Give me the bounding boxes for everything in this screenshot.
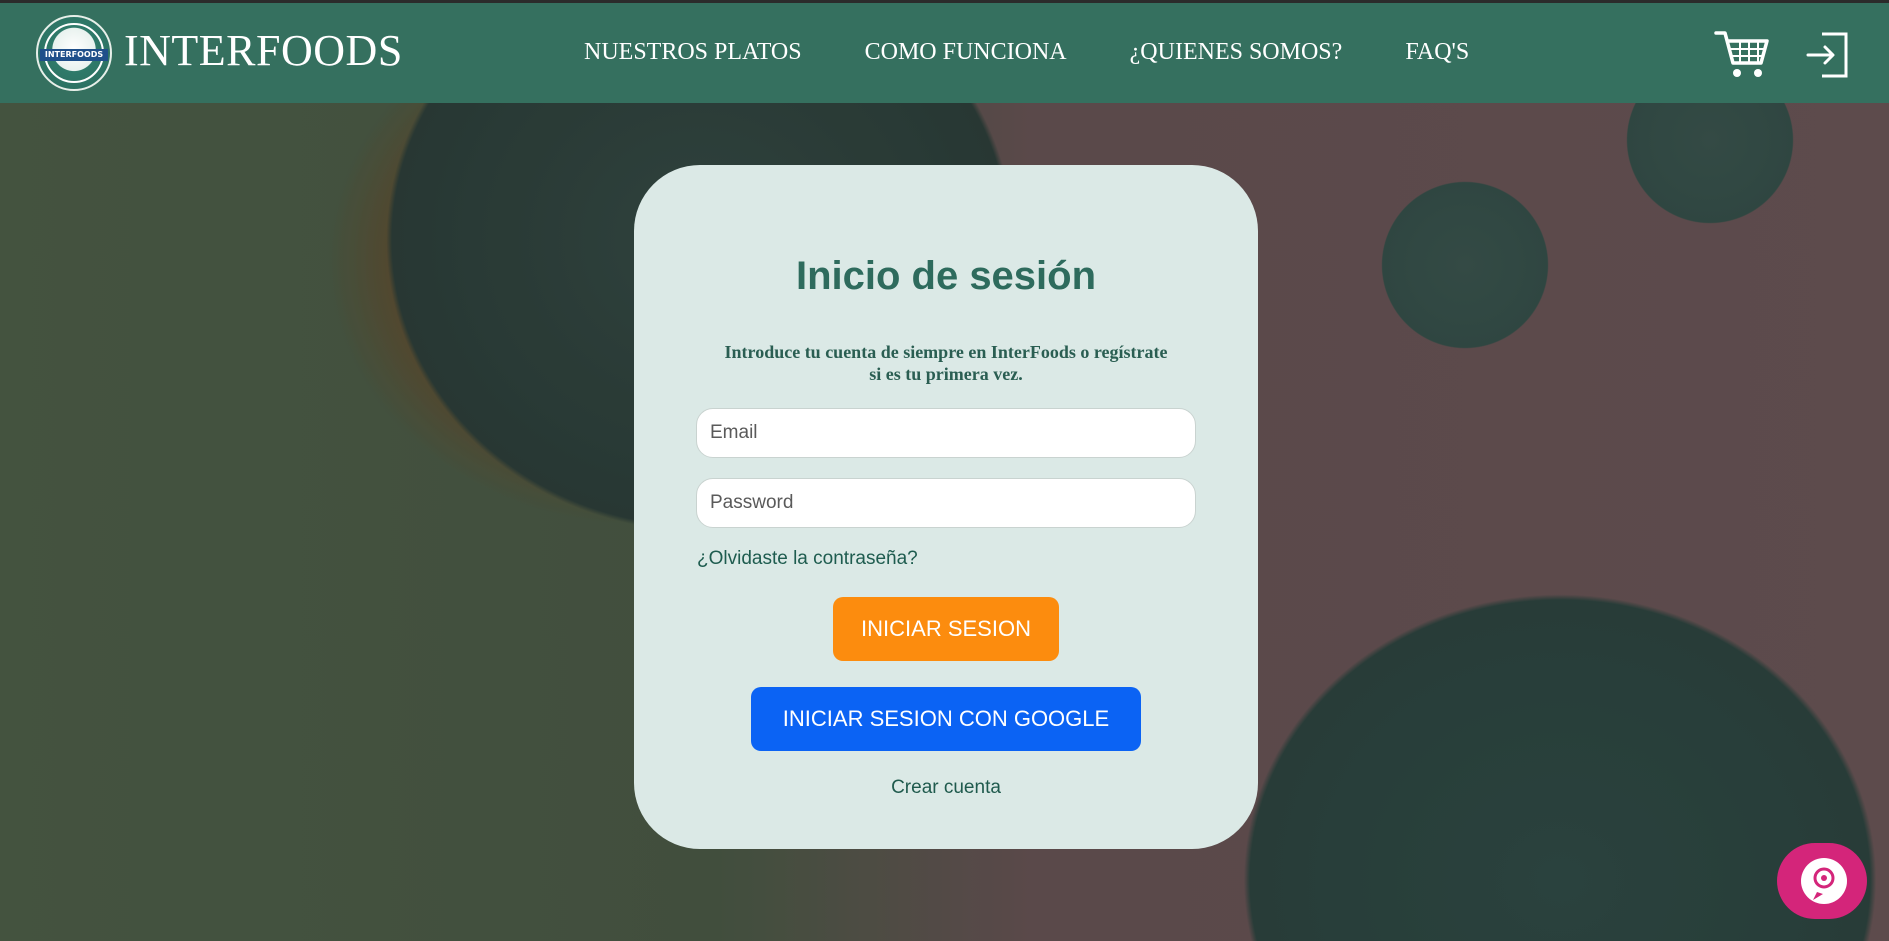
login-intro-text: Introduce tu cuenta de siempre en InterF… bbox=[724, 342, 1168, 384]
logo[interactable]: INTERFOODS bbox=[36, 15, 112, 91]
login-icon[interactable] bbox=[1806, 31, 1850, 79]
password-field[interactable] bbox=[696, 478, 1196, 528]
brand-name[interactable]: INTERFOODS bbox=[124, 25, 403, 76]
email-field[interactable] bbox=[696, 408, 1196, 458]
google-login-button[interactable]: INICIAR SESION CON GOOGLE bbox=[751, 687, 1141, 751]
top-navbar: INTERFOODS INTERFOODS NUESTROS PLATOS CO… bbox=[0, 0, 1889, 103]
nav-item-faqs[interactable]: FAQ'S bbox=[1405, 39, 1469, 66]
forgot-password-link[interactable]: ¿Olvidaste la contraseña? bbox=[697, 548, 918, 570]
main-nav: NUESTROS PLATOS COMO FUNCIONA ¿QUIENES S… bbox=[584, 39, 1469, 66]
login-card: Inicio de sesión Introduce tu cuenta de … bbox=[634, 165, 1258, 849]
chat-bubble-icon bbox=[1801, 858, 1847, 904]
nav-item-como-funciona[interactable]: COMO FUNCIONA bbox=[865, 39, 1067, 66]
nav-item-quienes-somos[interactable]: ¿QUIENES SOMOS? bbox=[1130, 39, 1343, 66]
create-account-link[interactable]: Crear cuenta bbox=[634, 777, 1258, 799]
nav-item-nuestros-platos[interactable]: NUESTROS PLATOS bbox=[584, 39, 802, 66]
cart-icon[interactable] bbox=[1714, 29, 1770, 81]
login-title: Inicio de sesión bbox=[795, 254, 1097, 298]
login-button[interactable]: INICIAR SESION bbox=[833, 597, 1059, 661]
logo-text: INTERFOODS bbox=[40, 49, 108, 61]
chat-widget-button[interactable] bbox=[1777, 843, 1867, 919]
